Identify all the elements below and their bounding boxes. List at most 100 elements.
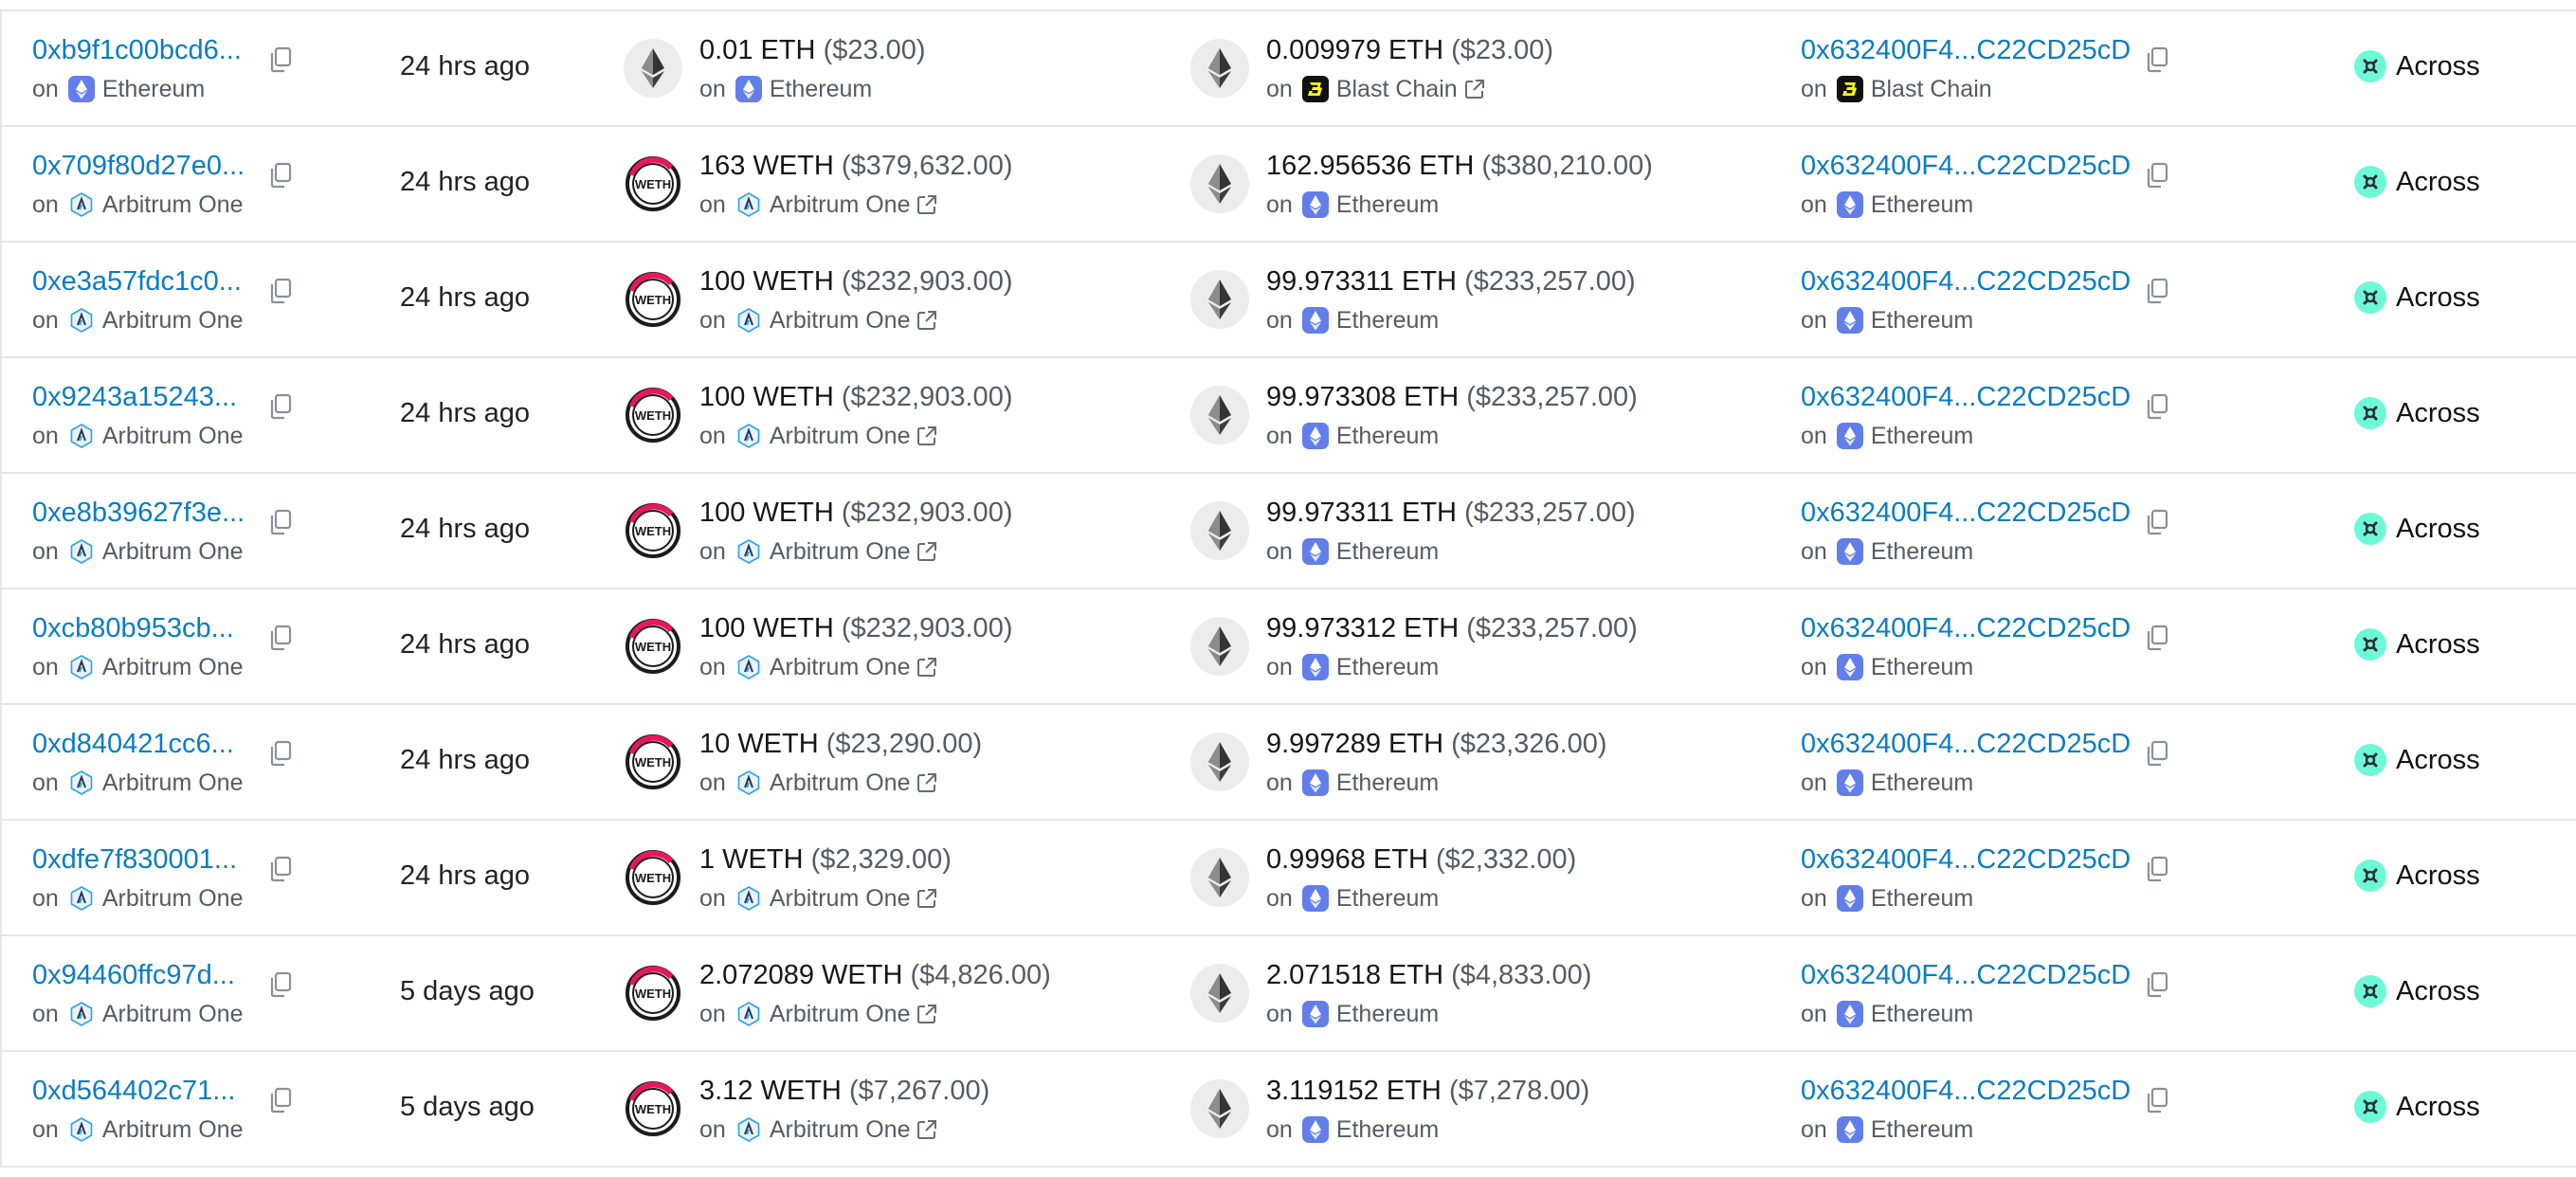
svg-text:WETH: WETH — [635, 871, 671, 885]
copy-address-icon[interactable] — [2144, 392, 2170, 421]
ethereum-icon — [1301, 1116, 1329, 1143]
on-label: on — [32, 885, 59, 912]
copy-address-icon[interactable] — [2144, 739, 2170, 768]
copy-address-icon[interactable] — [2144, 855, 2170, 883]
copy-hash-icon[interactable] — [267, 1086, 294, 1114]
external-link-icon[interactable] — [1463, 78, 1486, 100]
copy-hash-icon[interactable] — [267, 624, 294, 652]
tx-hash-link[interactable]: 0xcb80b953cb... — [32, 612, 234, 644]
to-amount-line: 99.973308 ETH ($233,257.00) — [1266, 381, 1638, 413]
copy-address-icon[interactable] — [2144, 624, 2170, 652]
copy-hash-icon[interactable] — [267, 855, 294, 883]
address-link[interactable]: 0x632400F4...C22CD25cD — [1801, 1075, 2131, 1107]
tx-chain-info: on Arbitrum One — [32, 422, 243, 450]
address-link[interactable]: 0x632400F4...C22CD25cD — [1801, 150, 2131, 182]
on-label: on — [1801, 191, 1827, 218]
address-link[interactable]: 0x632400F4...C22CD25cD — [1801, 497, 2131, 529]
address-chain-name: Ethereum — [1870, 538, 1974, 565]
weth-token-icon: WETH — [624, 154, 682, 213]
from-usd-value: ($2,329.00) — [810, 844, 952, 875]
to-chain-info: on Ethereum — [1266, 884, 1439, 913]
to-amount-line: 2.071518 ETH ($4,833.00) — [1266, 959, 1591, 991]
tx-hash-link[interactable]: 0xe8b39627f3e... — [32, 497, 245, 529]
tx-hash-link[interactable]: 0xd564402c71... — [32, 1075, 235, 1107]
from-chain-info: on Arbitrum One — [699, 190, 938, 219]
tx-hash-link[interactable]: 0x709f80d27e0... — [32, 150, 245, 182]
address-chain-info: on Ethereum — [1801, 190, 1973, 219]
arbitrum-icon — [735, 1116, 762, 1143]
on-label: on — [699, 770, 726, 796]
copy-address-icon[interactable] — [2144, 508, 2170, 536]
time-ago: 5 days ago — [400, 1092, 535, 1122]
copy-address-icon[interactable] — [2144, 970, 2170, 999]
from-usd-value: ($232,903.00) — [841, 266, 1013, 297]
from-usd-value: ($379,632.00) — [841, 151, 1013, 181]
time-cell: 24 hrs ago — [400, 243, 590, 356]
external-link-icon[interactable] — [916, 425, 938, 447]
copy-address-icon[interactable] — [2144, 277, 2170, 305]
copy-hash-icon[interactable] — [267, 739, 294, 768]
tx-hash-link[interactable]: 0x94460ffc97d... — [32, 959, 235, 991]
tx-hash-link[interactable]: 0xe3a57fdc1c0... — [32, 265, 242, 298]
tx-hash-link[interactable]: 0xd840421cc6... — [32, 728, 234, 760]
on-label: on — [1801, 885, 1827, 912]
weth-token-icon: WETH — [624, 964, 682, 1023]
on-label: on — [1801, 76, 1827, 102]
tx-hash-cell: 0xcb80b953cb... on Arbitrum One — [32, 589, 354, 703]
svg-text:WETH: WETH — [635, 640, 671, 654]
tx-chain-info: on Arbitrum One — [32, 537, 243, 566]
from-amount: 1 WETH — [699, 844, 804, 875]
address-link[interactable]: 0x632400F4...C22CD25cD — [1801, 959, 2131, 991]
external-link-icon[interactable] — [916, 193, 938, 216]
external-link-icon[interactable] — [916, 656, 938, 679]
tx-chain-name: Arbitrum One — [101, 770, 244, 796]
address-link[interactable]: 0x632400F4...C22CD25cD — [1801, 612, 2131, 644]
address-link[interactable]: 0x632400F4...C22CD25cD — [1801, 34, 2131, 66]
address-link[interactable]: 0x632400F4...C22CD25cD — [1801, 381, 2131, 413]
address-chain-name: Ethereum — [1870, 885, 1974, 912]
tx-hash-link[interactable]: 0xb9f1c00bcd6... — [32, 34, 242, 66]
copy-hash-icon[interactable] — [267, 161, 294, 190]
from-amount-line: 100 WETH ($232,903.00) — [699, 612, 1012, 644]
bridge-name: Across — [2396, 167, 2480, 197]
address-link[interactable]: 0x632400F4...C22CD25cD — [1801, 843, 2131, 876]
copy-hash-icon[interactable] — [267, 392, 294, 421]
external-link-icon[interactable] — [916, 1003, 938, 1025]
from-amount-line: 2.072089 WETH ($4,826.00) — [699, 959, 1051, 991]
from-chain-info: on Arbitrum One — [699, 884, 938, 913]
bridge-cell: Across — [2354, 1052, 2544, 1166]
copy-hash-icon[interactable] — [267, 45, 294, 74]
copy-hash-icon[interactable] — [267, 970, 294, 999]
to-amount: 0.99968 ETH — [1266, 844, 1428, 875]
from-amount-line: 100 WETH ($232,903.00) — [699, 497, 1012, 529]
from-chain-info: on Ethereum — [699, 75, 872, 103]
to-chain-info: on Ethereum — [1266, 306, 1439, 335]
from-amount-line: 100 WETH ($232,903.00) — [699, 265, 1012, 298]
external-link-icon[interactable] — [916, 309, 938, 332]
from-token-cell: 0.01 ETH ($23.00) on Ethereum — [624, 11, 1154, 125]
address-cell: 0x632400F4...C22CD25cD on Ethereum — [1801, 1052, 2218, 1166]
copy-address-icon[interactable] — [2144, 1086, 2170, 1114]
address-link[interactable]: 0x632400F4...C22CD25cD — [1801, 728, 2131, 760]
on-label: on — [1266, 1001, 1293, 1027]
copy-address-icon[interactable] — [2144, 45, 2170, 74]
external-link-icon[interactable] — [916, 1118, 938, 1141]
to-chain-info: on Ethereum — [1266, 422, 1439, 450]
tx-hash-cell: 0xe8b39627f3e... on Arbitrum One — [32, 474, 354, 588]
to-chain-info: on Ethereum — [1266, 769, 1439, 797]
tx-hash-link[interactable]: 0x9243a15243... — [32, 381, 237, 413]
on-label: on — [1266, 307, 1293, 334]
from-amount-line: 10 WETH ($23,290.00) — [699, 728, 982, 760]
external-link-icon[interactable] — [916, 887, 938, 910]
external-link-icon[interactable] — [916, 540, 938, 563]
address-chain-info: on Ethereum — [1801, 769, 1973, 797]
address-link[interactable]: 0x632400F4...C22CD25cD — [1801, 265, 2131, 298]
copy-hash-icon[interactable] — [267, 508, 294, 536]
copy-address-icon[interactable] — [2144, 161, 2170, 190]
on-label: on — [32, 191, 59, 218]
tx-hash-link[interactable]: 0xdfe7f830001... — [32, 843, 237, 876]
external-link-icon[interactable] — [916, 771, 938, 794]
to-token-cell: 2.071518 ETH ($4,833.00) on Ethereum — [1190, 936, 1721, 1050]
copy-hash-icon[interactable] — [267, 277, 294, 305]
on-label: on — [1801, 538, 1827, 565]
